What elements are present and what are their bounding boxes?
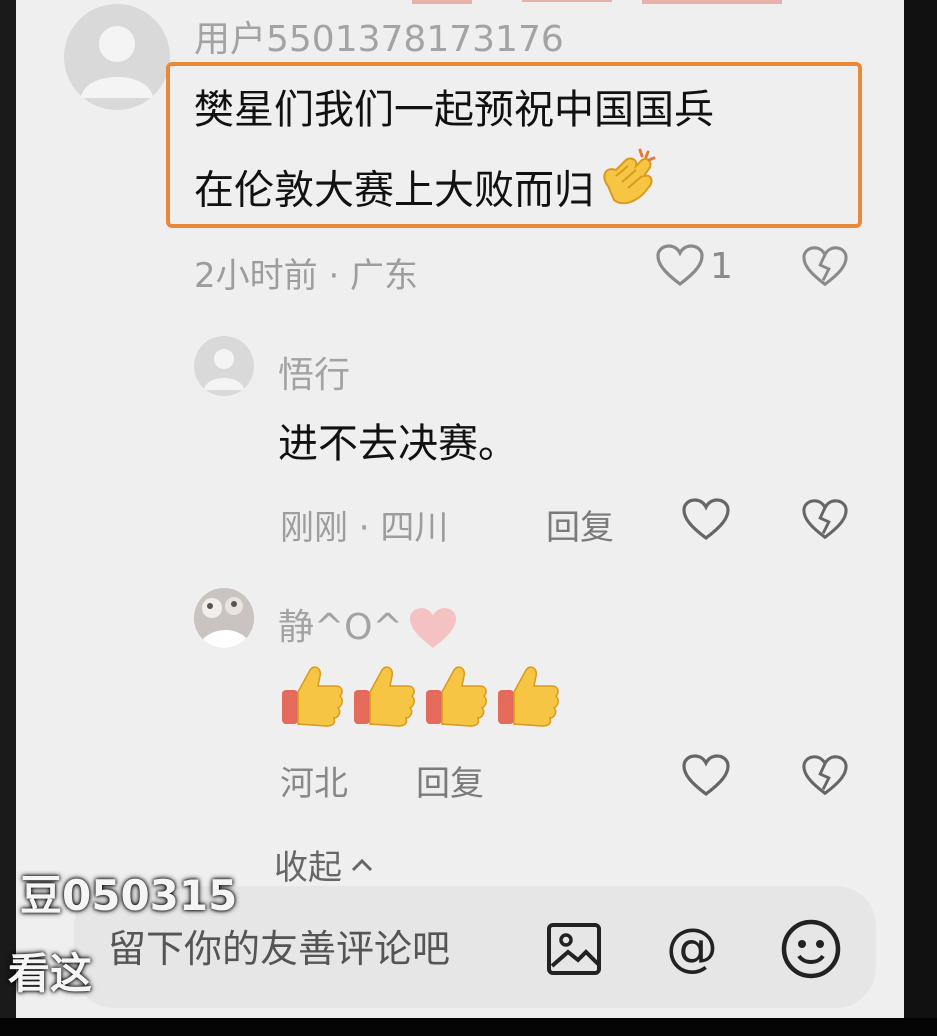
reply-text: 进不去决赛。 bbox=[278, 421, 518, 467]
overlay-text-line2: 看这 bbox=[8, 949, 93, 998]
like-button[interactable]: 1 bbox=[656, 244, 733, 288]
reply-time-location: 刚刚 · 四川 bbox=[280, 508, 449, 548]
emoji-icon[interactable] bbox=[780, 918, 842, 980]
avatar[interactable] bbox=[194, 336, 254, 396]
chevron-up-icon bbox=[351, 858, 373, 871]
avatar[interactable] bbox=[64, 4, 170, 110]
comment-text-line2-label: 在伦敦大赛上大败而归 bbox=[194, 167, 594, 214]
thumbs-up-emoji bbox=[282, 666, 343, 727]
dislike-heart-icon[interactable] bbox=[802, 245, 848, 289]
heart-icon[interactable] bbox=[682, 754, 730, 798]
right-edge bbox=[904, 0, 937, 1036]
reply2-username[interactable]: 静^O^ bbox=[278, 598, 459, 652]
collapse-replies-button[interactable]: 收起 bbox=[274, 840, 374, 889]
thumbs-up-emoji bbox=[354, 666, 415, 727]
comment-username[interactable]: 用户5501378173176 bbox=[194, 10, 564, 62]
comment-time-location: 2小时前 · 广东 bbox=[194, 256, 419, 296]
pink-heart-emoji bbox=[409, 608, 456, 648]
reply-username[interactable]: 悟行 bbox=[278, 346, 350, 398]
left-edge bbox=[0, 0, 16, 1036]
image-icon[interactable] bbox=[546, 922, 602, 976]
collapse-label: 收起 bbox=[274, 848, 342, 888]
dislike-heart-icon[interactable] bbox=[802, 754, 848, 798]
thumbs-up-emoji bbox=[426, 666, 487, 727]
avatar[interactable] bbox=[194, 588, 254, 648]
dislike-heart-icon[interactable] bbox=[802, 498, 848, 542]
heart-icon bbox=[656, 244, 704, 287]
thumbs-up-emoji bbox=[498, 666, 559, 727]
heart-icon[interactable] bbox=[682, 498, 730, 542]
comment-text-line1: 樊星们我们一起预祝中国国兵 bbox=[194, 87, 714, 133]
clap-emoji bbox=[594, 146, 660, 239]
svg-text:@: @ bbox=[666, 918, 718, 978]
at-icon[interactable]: @ bbox=[661, 918, 723, 980]
bottom-edge bbox=[0, 1018, 937, 1036]
reply2-username-text: 静^O^ bbox=[278, 607, 403, 648]
reply-button[interactable]: 回复 bbox=[546, 500, 614, 549]
thumbs-up-row bbox=[280, 662, 562, 728]
reply2-reply-button[interactable]: 回复 bbox=[416, 756, 484, 805]
overlay-text-line1: 豆050315 bbox=[20, 871, 238, 920]
like-count: 1 bbox=[710, 245, 733, 287]
comment-text-line2: 在伦敦大赛上大败而归 bbox=[194, 146, 660, 239]
comment-input[interactable]: 留下你的友善评论吧 bbox=[108, 918, 450, 973]
reply2-location: 河北 bbox=[280, 764, 348, 804]
top-watermark-fragment bbox=[412, 0, 782, 4]
